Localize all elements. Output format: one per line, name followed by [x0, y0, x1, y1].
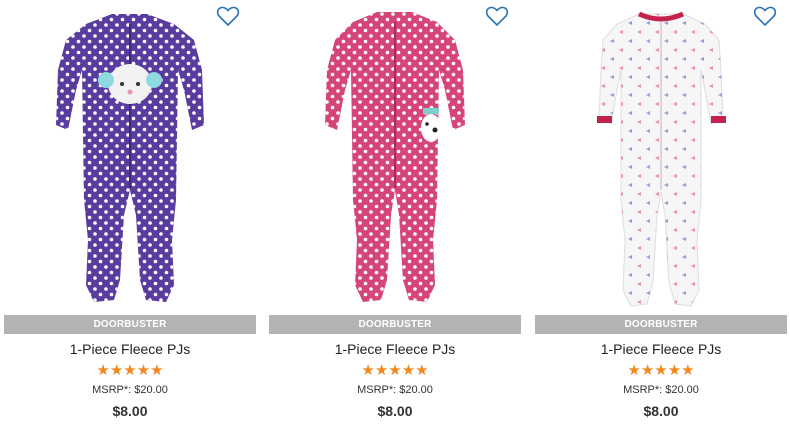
rating-stars: ★★★★★ [627, 362, 695, 379]
doorbuster-badge: DOORBUSTER [4, 315, 256, 334]
msrp-price: MSRP*: $20.00 [623, 384, 699, 396]
product-image-pink-pajamas[interactable] [269, 0, 521, 315]
msrp-price: MSRP*: $20.00 [92, 384, 168, 396]
msrp-price: MSRP*: $20.00 [357, 384, 433, 396]
doorbuster-badge: DOORBUSTER [535, 315, 787, 334]
product-name-link[interactable]: 1-Piece Fleece PJs [4, 341, 256, 357]
sale-price: $8.00 [377, 403, 413, 419]
product-card-2[interactable]: DOORBUSTER 1-Piece Fleece PJs ★★★★★ MSRP… [269, 0, 521, 425]
sale-price: $8.00 [643, 403, 679, 419]
product-image-purple-pajamas[interactable] [4, 0, 256, 315]
wishlist-heart-icon[interactable] [216, 4, 240, 28]
product-name-link[interactable]: 1-Piece Fleece PJs [535, 341, 787, 357]
rating-stars: ★★★★★ [361, 362, 429, 379]
wishlist-heart-icon[interactable] [753, 4, 777, 28]
sale-price: $8.00 [112, 403, 148, 419]
rating-stars: ★★★★★ [96, 362, 164, 379]
doorbuster-badge: DOORBUSTER [269, 315, 521, 334]
product-name-link[interactable]: 1-Piece Fleece PJs [269, 341, 521, 357]
product-image-white-pajamas[interactable] [535, 0, 787, 315]
wishlist-heart-icon[interactable] [485, 4, 509, 28]
product-card-1[interactable]: DOORBUSTER 1-Piece Fleece PJs ★★★★★ MSRP… [4, 0, 256, 425]
product-card-3[interactable]: DOORBUSTER 1-Piece Fleece PJs ★★★★★ MSRP… [535, 0, 787, 425]
